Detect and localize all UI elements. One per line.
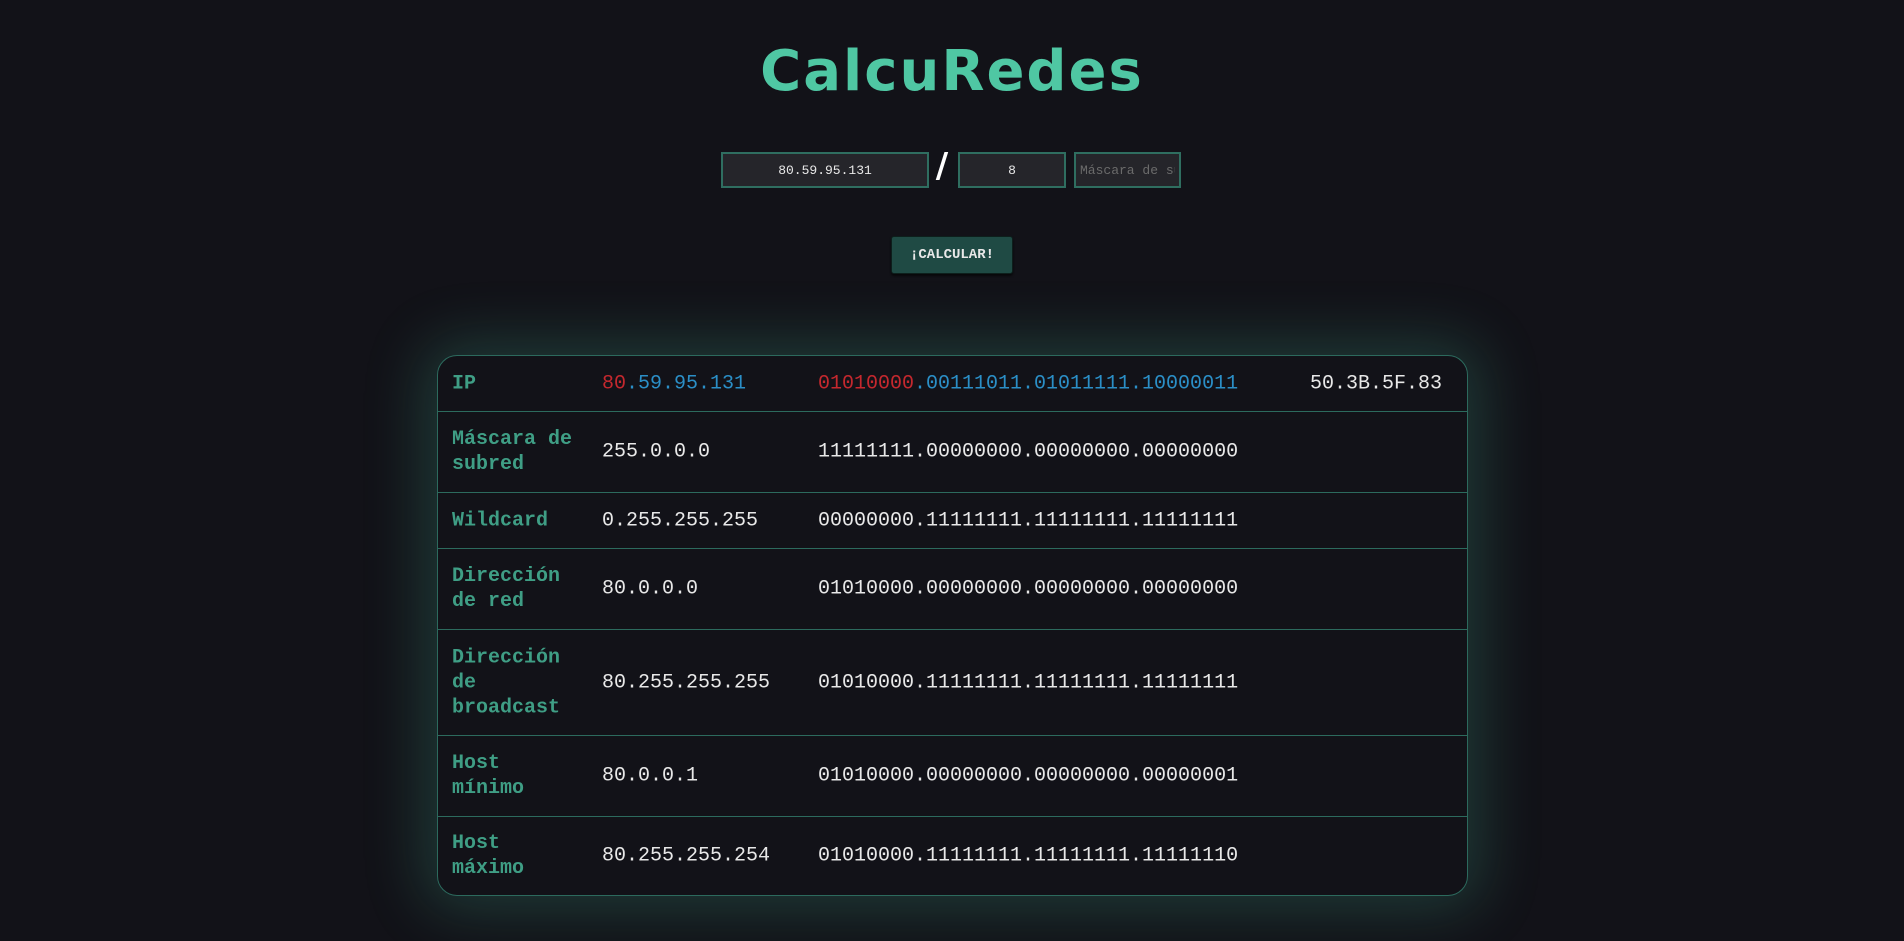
result-row-host-min: Host mínimo 80.0.0.1 01010000.00000000.0… [438, 736, 1467, 817]
ip-decimal-host-part: .59.95.131 [626, 372, 747, 395]
row-binary-value: 01010000.00000000.00000000.00000000 [818, 577, 1239, 601]
ip-binary-network-part: 01010000 [818, 372, 915, 395]
result-row-wildcard: Wildcard 0.255.255.255 00000000.11111111… [438, 493, 1467, 549]
ip-decimal-network-part: 80 [602, 372, 627, 395]
row-label: IP [452, 372, 477, 395]
row-decimal-value: 80.255.255.254 [602, 844, 771, 868]
row-label: Wildcard [452, 509, 549, 532]
row-binary-value: 00000000.11111111.11111111.11111111 [818, 509, 1239, 532]
result-row-broadcast-address: Dirección de broadcast 80.255.255.255 01… [438, 630, 1467, 736]
subnet-mask-input[interactable] [1074, 152, 1181, 188]
ip-binary-value: 01010000.00111011.01011111.10000011 [818, 371, 1238, 396]
ip-hex-value: 50.3B.5F.83 [1310, 372, 1443, 395]
result-row-ip: IP 80.59.95.131 01010000.00111011.010111… [438, 356, 1467, 412]
ip-decimal-value: 80.59.95.131 [602, 371, 746, 396]
row-label: Máscara de subred [452, 428, 573, 476]
calculate-button[interactable]: ¡CALCULAR! [891, 236, 1013, 274]
app-title: CalcuRedes [760, 39, 1144, 104]
row-binary-value: 01010000.00000000.00000000.00000001 [818, 764, 1239, 788]
row-decimal-value: 0.255.255.255 [602, 509, 759, 532]
cidr-prefix-input[interactable] [958, 152, 1066, 188]
row-decimal-value: 80.0.0.1 [602, 764, 699, 788]
row-binary-value: 01010000.11111111.11111111.11111111 [818, 671, 1239, 694]
results-table: IP 80.59.95.131 01010000.00111011.010111… [437, 355, 1468, 896]
row-binary-value: 11111111.00000000.00000000.00000000 [818, 440, 1239, 464]
cidr-separator: / [935, 146, 949, 186]
row-decimal-value: 255.0.0.0 [602, 440, 711, 464]
row-label: Host mínimo [452, 752, 525, 800]
ip-address-input[interactable] [721, 152, 929, 188]
ip-binary-host-part: .00111011.01011111.10000011 [914, 372, 1239, 395]
row-label: Dirección de red [452, 565, 561, 613]
row-binary-value: 01010000.11111111.11111111.11111110 [818, 844, 1239, 868]
result-row-network-address: Dirección de red 80.0.0.0 01010000.00000… [438, 549, 1467, 630]
row-decimal-value: 80.0.0.0 [602, 577, 699, 601]
result-row-host-max: Host máximo 80.255.255.254 01010000.1111… [438, 817, 1467, 895]
row-label: Host máximo [452, 832, 525, 880]
ip-form: / [0, 146, 1904, 192]
row-decimal-value: 80.255.255.255 [602, 671, 771, 694]
app-root: CalcuRedes / ¡CALCULAR! IP 80.59.95.131 … [0, 0, 1904, 941]
result-row-subnet-mask: Máscara de subred 255.0.0.0 11111111.000… [438, 412, 1467, 493]
row-label: Dirección de broadcast [452, 646, 561, 719]
